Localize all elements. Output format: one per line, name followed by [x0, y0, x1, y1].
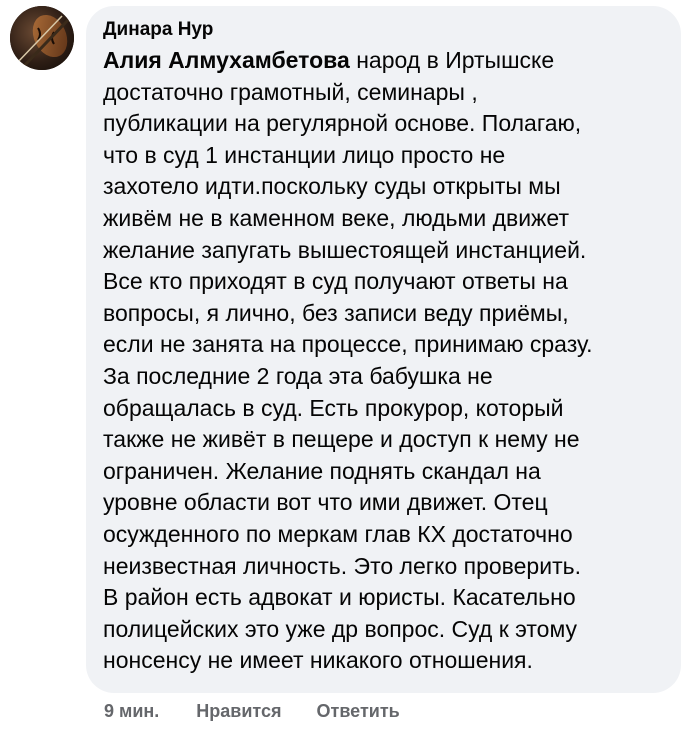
- comment-line: также не живёт в пещере и доступ к нему …: [103, 426, 580, 453]
- comment-text: Алия Алмухамбетова народ в Иртышске дост…: [103, 45, 667, 677]
- comment-line-text: народ в Иртышске: [349, 47, 555, 73]
- comment-line: если не занята на процессе, принимаю сра…: [103, 331, 593, 358]
- avatar-image: [10, 6, 74, 70]
- comment-line: нонсенсу не имеет никакого отношения.: [103, 647, 533, 674]
- comment-line: В район есть адвокат и юристы. Касательн…: [103, 584, 576, 611]
- comment-line: обращалась в суд. Есть прокурор, который: [103, 394, 564, 421]
- comment-line: осужденного по меркам глав КХ достаточно: [103, 520, 573, 547]
- avatar[interactable]: [10, 6, 74, 70]
- comment-line: захотело идти.поскольку суды открыты мы: [103, 173, 561, 200]
- comment-line: уровне области вот что ими движет. Отец: [103, 489, 548, 516]
- comment-line: живём не в каменном веке, людьми движет: [103, 204, 569, 231]
- comment-line: Все кто приходят в суд получают ответы н…: [103, 268, 568, 295]
- comment-line: вопросы, я лично, без записи веду приёмы…: [103, 299, 569, 326]
- comment-line: Алия Алмухамбетова народ в Иртышске: [103, 45, 667, 77]
- mention-link[interactable]: Алия Алмухамбетова: [103, 47, 350, 73]
- comment-line: ограничен. Желание поднять скандал на: [103, 457, 541, 484]
- comment-line: достаточно грамотный, семинары ,: [103, 78, 478, 105]
- comment-line: желание запугать вышестоящей инстанцией.: [103, 236, 587, 263]
- comment-line: публикации на регулярной основе. Полагаю…: [103, 110, 582, 137]
- comment-actions: 9 мин. Нравится Ответить: [104, 701, 430, 722]
- comment-author[interactable]: Динара Нур: [103, 18, 667, 42]
- reply-button[interactable]: Ответить: [317, 701, 400, 722]
- comment-line: что в суд 1 инстанции лицо просто не: [103, 141, 506, 168]
- comment-line: полицейских это уже др вопрос. Суд к это…: [103, 615, 578, 642]
- comment-bubble: Динара Нур Алия Алмухамбетова народ в Ир…: [86, 6, 681, 693]
- comment-line: неизвестная личность. Это легко проверит…: [103, 552, 581, 579]
- comment-line: За последние 2 года эта бабушка не: [103, 362, 493, 389]
- like-button[interactable]: Нравится: [196, 701, 281, 722]
- comment-timestamp[interactable]: 9 мин.: [104, 701, 159, 722]
